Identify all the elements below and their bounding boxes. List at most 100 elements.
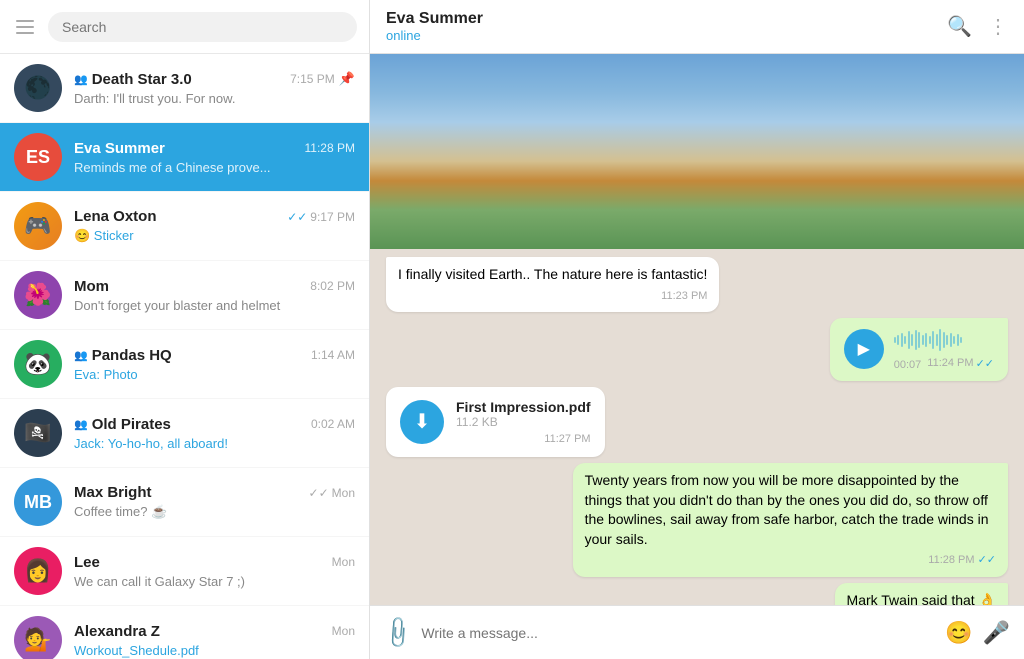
file-size: 11.2 KB bbox=[456, 415, 591, 429]
chat-preview-pandas: Eva: Photo bbox=[74, 367, 294, 382]
chat-name-death-star: 👥 Death Star 3.0 bbox=[74, 71, 192, 88]
input-area: 📎 😊 🎤 bbox=[370, 605, 1024, 659]
file-download-button[interactable]: ⬇ bbox=[400, 400, 444, 444]
chat-preview-max: Coffee time? ☕ bbox=[74, 504, 294, 520]
chat-time-mom: 8:02 PM bbox=[310, 279, 355, 293]
chat-header-status: online bbox=[386, 28, 935, 43]
chat-info-lee: Lee Mon We can call it Galaxy Star 7 ;) bbox=[74, 554, 355, 589]
chat-preview-lena: 😊 Sticker bbox=[74, 228, 294, 244]
attach-icon[interactable]: 📎 bbox=[379, 614, 417, 652]
chat-background-image bbox=[370, 54, 1024, 249]
chat-item-old-pirates[interactable]: 🏴‍☠️ 👥 Old Pirates 0:02 AM Jack: Yo-ho-h… bbox=[0, 399, 369, 468]
chat-item-lee[interactable]: 👩 Lee Mon We can call it Galaxy Star 7 ;… bbox=[0, 537, 369, 606]
bubble-right-long: Twenty years from now you will be more d… bbox=[573, 463, 1008, 577]
chat-name-lena: Lena Oxton bbox=[74, 208, 157, 225]
chat-time-lee: Mon bbox=[332, 555, 355, 569]
chat-item-max-bright[interactable]: MB Max Bright ✓✓ Mon Coffee time? ☕ bbox=[0, 468, 369, 537]
chat-info-alexandra: Alexandra Z Mon Workout_Shedule.pdf bbox=[74, 623, 355, 658]
avatar-death-star: 🌑 bbox=[14, 64, 62, 112]
group-icon: 👥 bbox=[74, 73, 88, 86]
message-file: ⬇ First Impression.pdf 11.2 KB 11:27 PM bbox=[386, 387, 1008, 457]
read-check-voice: ✓✓ bbox=[976, 357, 994, 370]
avatar-max: MB bbox=[14, 478, 62, 526]
chat-name-mom: Mom bbox=[74, 278, 109, 295]
menu-icon[interactable] bbox=[12, 16, 38, 38]
chat-preview-mom: Don't forget your blaster and helmet bbox=[74, 298, 294, 313]
chat-item-death-star[interactable]: 🌑 👥 Death Star 3.0 7:15 PM 📌 Darth: I'll… bbox=[0, 54, 369, 123]
chat-preview-eva: Reminds me of a Chinese prove... bbox=[74, 160, 294, 175]
messages-area: I finally visited Earth.. The nature her… bbox=[370, 54, 1024, 605]
chat-name-lee: Lee bbox=[74, 554, 100, 571]
chat-item-alexandra[interactable]: 💁 Alexandra Z Mon Workout_Shedule.pdf bbox=[0, 606, 369, 659]
avatar-alexandra: 💁 bbox=[14, 616, 62, 659]
chat-preview-alexandra: Workout_Shedule.pdf bbox=[74, 643, 294, 658]
chat-name-max: Max Bright bbox=[74, 484, 152, 501]
chat-header-info: Eva Summer online bbox=[386, 10, 935, 43]
read-checkmark-max: ✓✓ bbox=[309, 486, 329, 500]
message-voice: ▶ bbox=[386, 318, 1008, 381]
chat-time-max: Mon bbox=[332, 486, 355, 500]
chat-info-max: Max Bright ✓✓ Mon Coffee time? ☕ bbox=[74, 484, 355, 520]
chat-item-mom[interactable]: 🌺 Mom 8:02 PM Don't forget your blaster … bbox=[0, 261, 369, 330]
chat-time-eva: 11:28 PM bbox=[305, 141, 355, 155]
message-input[interactable] bbox=[421, 625, 935, 641]
chat-info-pandas: 👥 Pandas HQ 1:14 AM Eva: Photo bbox=[74, 347, 355, 382]
chat-info-mom: Mom 8:02 PM Don't forget your blaster an… bbox=[74, 278, 355, 313]
voice-waveform bbox=[894, 328, 994, 352]
chat-header: Eva Summer online 🔍 ⋮ bbox=[370, 0, 1024, 54]
voice-bubble: ▶ bbox=[830, 318, 1008, 381]
avatar-lee: 👩 bbox=[14, 547, 62, 595]
search-icon[interactable]: 🔍 bbox=[947, 14, 972, 39]
header-actions: 🔍 ⋮ bbox=[947, 14, 1008, 39]
chat-info-lena: Lena Oxton ✓✓ 9:17 PM 😊 Sticker bbox=[74, 208, 355, 244]
play-button[interactable]: ▶ bbox=[844, 329, 884, 369]
avatar-eva-summer: ES bbox=[14, 133, 62, 181]
file-name: First Impression.pdf bbox=[456, 399, 591, 415]
chat-info-pirates: 👥 Old Pirates 0:02 AM Jack: Yo-ho-ho, al… bbox=[74, 416, 355, 451]
chat-name-eva-summer: Eva Summer bbox=[74, 140, 165, 157]
message-text: I finally visited Earth.. The nature her… bbox=[398, 266, 707, 282]
sidebar-header bbox=[0, 0, 369, 54]
chat-area: Eva Summer online 🔍 ⋮ I finally visited … bbox=[370, 0, 1024, 659]
file-info: First Impression.pdf 11.2 KB 11:27 PM bbox=[456, 399, 591, 445]
search-input[interactable] bbox=[48, 12, 357, 42]
chat-item-lena-oxton[interactable]: 🎮 Lena Oxton ✓✓ 9:17 PM 😊 Sticker bbox=[0, 192, 369, 261]
chat-item-eva-summer[interactable]: ES Eva Summer 11:28 PM Reminds me of a C… bbox=[0, 123, 369, 192]
message-text: Mark Twain said that 👌 bbox=[847, 592, 996, 605]
emoji-icon[interactable]: 😊 bbox=[945, 620, 972, 646]
avatar-pandas: 🐼 bbox=[14, 340, 62, 388]
bubble-right-twain: Mark Twain said that 👌 11:28 PM ✓✓ bbox=[835, 583, 1008, 605]
chat-preview-pirates: Jack: Yo-ho-ho, all aboard! bbox=[74, 436, 294, 451]
file-time: 11:27 PM bbox=[544, 433, 590, 445]
chat-time-pirates: 0:02 AM bbox=[311, 417, 355, 431]
read-checkmark-lena: ✓✓ bbox=[287, 210, 307, 224]
chat-info-eva-summer: Eva Summer 11:28 PM Reminds me of a Chin… bbox=[74, 140, 355, 175]
avatar-mom: 🌺 bbox=[14, 271, 62, 319]
chat-time-pandas: 1:14 AM bbox=[311, 348, 355, 362]
group-icon-pirates: 👥 bbox=[74, 418, 88, 431]
chat-name-pandas: 👥 Pandas HQ bbox=[74, 347, 172, 364]
messages-container: I finally visited Earth.. The nature her… bbox=[370, 249, 1024, 605]
chat-preview: Darth: I'll trust you. For now. bbox=[74, 91, 294, 106]
chat-time-alexandra: Mon bbox=[332, 624, 355, 638]
chat-name-pirates: 👥 Old Pirates bbox=[74, 416, 171, 433]
chat-time: 7:15 PM bbox=[290, 72, 335, 86]
message-long-text: Twenty years from now you will be more d… bbox=[386, 463, 1008, 577]
chat-info-death-star: 👥 Death Star 3.0 7:15 PM 📌 Darth: I'll t… bbox=[74, 71, 355, 106]
read-check-msg5: ✓✓ bbox=[978, 553, 996, 568]
file-bubble: ⬇ First Impression.pdf 11.2 KB 11:27 PM bbox=[386, 387, 605, 457]
message-text: Twenty years from now you will be more d… bbox=[585, 472, 989, 547]
chat-item-pandas[interactable]: 🐼 👥 Pandas HQ 1:14 AM Eva: Photo bbox=[0, 330, 369, 399]
voice-duration: 00:07 bbox=[894, 359, 922, 371]
group-icon-pandas: 👥 bbox=[74, 349, 88, 362]
chat-name-alexandra: Alexandra Z bbox=[74, 623, 160, 640]
more-icon[interactable]: ⋮ bbox=[988, 14, 1008, 39]
voice-waveform-area: 00:07 11:24 PM ✓✓ bbox=[894, 328, 994, 371]
sidebar: 🌑 👥 Death Star 3.0 7:15 PM 📌 Darth: I'll… bbox=[0, 0, 370, 659]
pin-icon: 📌 bbox=[339, 71, 355, 87]
bubble-left-1: I finally visited Earth.. The nature her… bbox=[386, 257, 719, 312]
chat-time-lena: 9:17 PM bbox=[310, 210, 355, 224]
message-mark-twain: Mark Twain said that 👌 11:28 PM ✓✓ bbox=[386, 583, 1008, 605]
chat-list: 🌑 👥 Death Star 3.0 7:15 PM 📌 Darth: I'll… bbox=[0, 54, 369, 659]
mic-icon[interactable]: 🎤 bbox=[983, 620, 1010, 646]
